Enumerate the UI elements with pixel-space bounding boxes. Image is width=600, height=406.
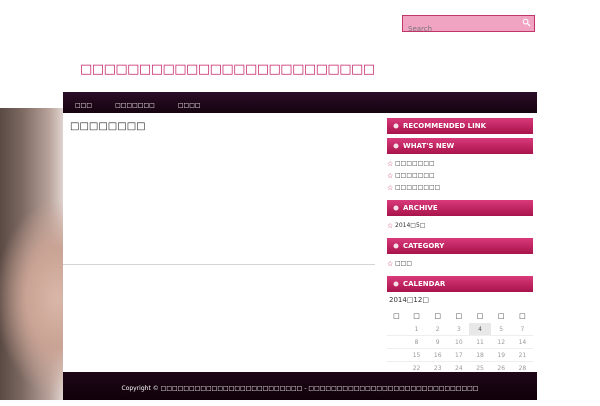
- calendar-week-row: 123457: [387, 323, 533, 336]
- star-icon: ☆: [387, 260, 394, 268]
- flower-icon: [393, 281, 399, 287]
- main-navigation: □□□ □□□□□□□ □□□□: [63, 92, 537, 113]
- list-item[interactable]: ☆ □□□□□□□□: [387, 182, 533, 194]
- calendar-day: 15: [405, 348, 428, 362]
- list-item[interactable]: ☆ □□□: [387, 258, 533, 270]
- background-portrait-photo: [0, 108, 70, 400]
- archive-list: ☆ 2014□5□: [387, 220, 533, 232]
- list-item[interactable]: ☆ □□□□□□□: [387, 158, 533, 170]
- nav-item-home[interactable]: □□□: [63, 95, 101, 116]
- calendar-day: 1: [405, 323, 428, 336]
- footer-tagline: □□□□□□□□□□□□□□□□□□□□□□□□□□□□□□: [308, 385, 479, 392]
- calendar-day: 4: [469, 323, 491, 336]
- star-icon: ☆: [387, 172, 394, 180]
- weekday-header: □: [497, 311, 505, 320]
- calendar-day: 9: [427, 335, 449, 349]
- widget-title-recommended: RECOMMENDED LINK: [387, 118, 533, 134]
- calendar-day: 17: [448, 348, 470, 362]
- calendar-day: [387, 348, 406, 362]
- content-area: □□□□□□□□ RECOMMENDED LINK WHAT'S NEW ☆ □□…: [63, 113, 537, 398]
- calendar-week-row: 8 9 10 11 12 14: [387, 335, 533, 349]
- calendar-day: [387, 335, 406, 349]
- widget-title-archive: ARCHIVE: [387, 200, 533, 216]
- list-item[interactable]: ☆ □□□□□□□: [387, 170, 533, 182]
- flower-icon: [393, 143, 399, 149]
- list-item[interactable]: ☆ 2014□5□: [387, 220, 533, 232]
- calendar-day: 21: [511, 348, 533, 362]
- star-icon: ☆: [387, 184, 394, 192]
- weekday-header: □: [413, 311, 420, 320]
- footer-site-link[interactable]: □□□□□□□□□□□□□□□□□□□□□□□□□: [161, 385, 303, 392]
- widget-title-calendar: CALENDAR: [387, 276, 533, 292]
- calendar-day: 8: [405, 335, 428, 349]
- search-box[interactable]: [402, 15, 535, 37]
- calendar-day: 3: [448, 323, 470, 336]
- calendar-day: 10: [448, 335, 470, 349]
- widget-title-category: CATEGORY: [387, 238, 533, 254]
- footer-separator: -: [304, 385, 307, 392]
- category-list: ☆ □□□: [387, 258, 533, 270]
- flower-icon: [393, 123, 399, 129]
- calendar-caption: 2014□12□: [389, 296, 429, 304]
- search-icon[interactable]: [522, 18, 531, 27]
- divider: [63, 264, 375, 265]
- calendar-day: 12: [490, 335, 512, 349]
- site-title[interactable]: □□□□□□□□□□□□□□□□□□□□□□□□□: [80, 62, 375, 77]
- post-title[interactable]: □□□□□□□□: [70, 121, 146, 132]
- star-icon: ☆: [387, 160, 394, 168]
- weekday-header: □: [455, 311, 463, 320]
- weekday-header: □: [519, 311, 526, 320]
- footer: Copyright © □□□□□□□□□□□□□□□□□□□□□□□□□ - …: [63, 372, 537, 400]
- copyright-text: Copyright ©: [121, 385, 159, 392]
- calendar-day: 7: [511, 323, 533, 336]
- sidebar: RECOMMENDED LINK WHAT'S NEW ☆ □□□□□□□ ☆ □□…: [387, 118, 533, 398]
- flower-icon: [393, 205, 399, 211]
- search-input[interactable]: [403, 21, 518, 37]
- calendar-day: [387, 323, 406, 336]
- weekday-header: □: [476, 311, 484, 320]
- calendar-day: 18: [469, 348, 491, 362]
- widget-title-whats-new: WHAT'S NEW: [387, 138, 533, 154]
- whats-new-list: ☆ □□□□□□□ ☆ □□□□□□□ ☆ □□□□□□□□: [387, 158, 533, 194]
- weekday-header: □: [393, 311, 400, 320]
- calendar-day: 2: [427, 323, 449, 336]
- calendar-day: 19: [490, 348, 512, 362]
- nav-item-2[interactable]: □□□□□□□: [106, 95, 164, 116]
- weekday-header: □: [434, 311, 441, 320]
- star-icon: ☆: [387, 222, 394, 230]
- calendar-week-row: 15 16 17 18 19 21: [387, 348, 533, 362]
- calendar-day: 16: [427, 348, 449, 362]
- flower-icon: [393, 243, 399, 249]
- nav-item-3[interactable]: □□□□: [169, 95, 210, 116]
- calendar-day: 14: [511, 335, 533, 349]
- calendar-day: 5: [490, 323, 512, 336]
- calendar-day: 11: [469, 335, 491, 349]
